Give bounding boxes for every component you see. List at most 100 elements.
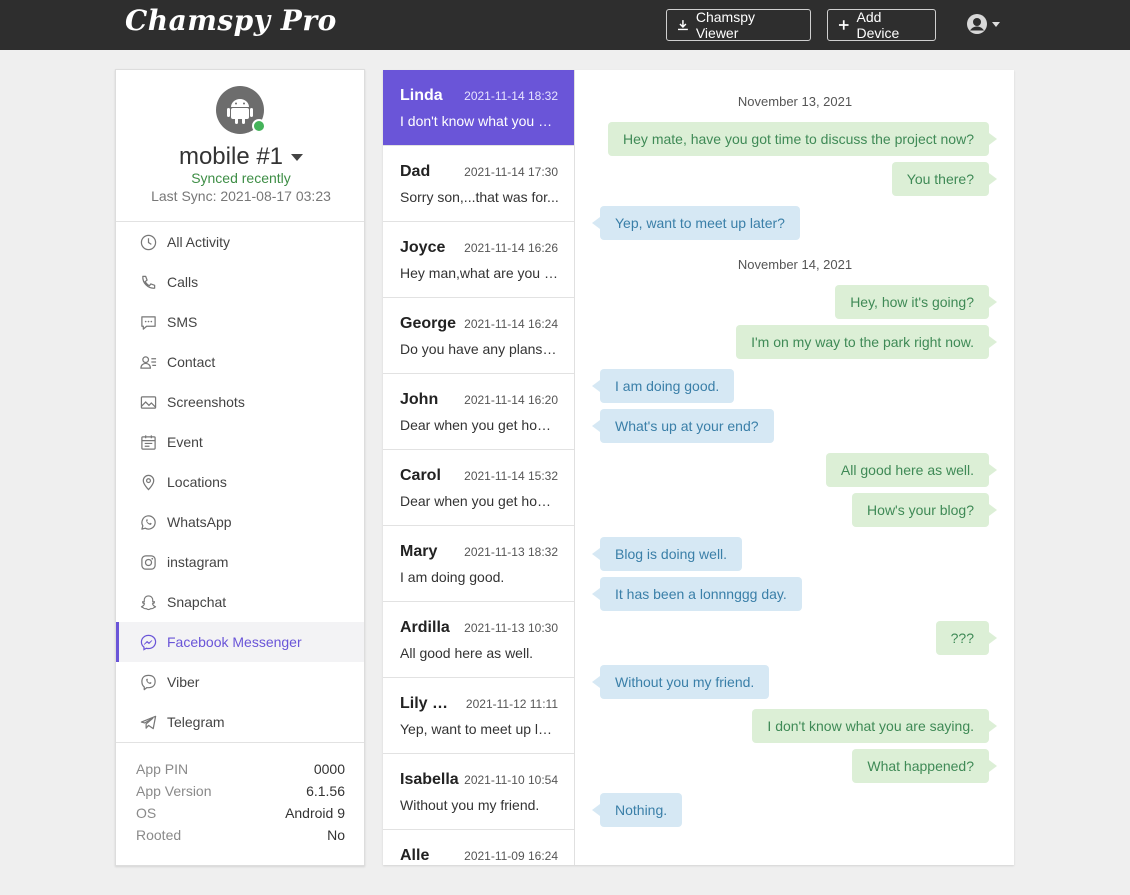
contact-name: Joyce [400,239,446,256]
date-separator: November 13, 2021 [737,94,853,109]
last-sync: Last Sync: 2021-08-17 03:23 [151,188,331,204]
outgoing-message: I'm on my way to the park right now. [736,325,997,359]
sidebar-item-facebook-messenger[interactable]: Facebook Messenger [116,622,364,662]
device-selector[interactable]: mobile #1 [116,143,366,171]
incoming-message: What's up at your end? [592,409,774,443]
info-value: 6.1.56 [306,783,345,799]
contact-name: Mary [400,543,438,560]
conversation-item[interactable]: Linda 2021-11-14 18:32 I don't know what y… [383,70,574,146]
contact-name: Dad [400,163,431,180]
sidebar-item-label: Calls [167,274,199,290]
device-avatar [216,86,266,134]
info-key: Rooted [136,827,182,843]
contact-name: Linda [400,87,443,104]
contact-icon [140,355,157,369]
conversation-time: 2021-11-13 18:32 [464,545,558,559]
sidebar-item-label: All Activity [167,234,231,250]
sidebar-item-telegram[interactable]: Telegram [116,702,364,742]
outgoing-message: Hey mate, have you got time to discuss t… [608,122,997,156]
conversation-time: 2021-11-10 10:54 [464,773,558,787]
sidebar-item-label: Viber [167,674,200,690]
conversation-preview: Dear when you get home tonight [400,417,559,433]
plus-icon [838,20,849,30]
conversation-item[interactable]: Alle 2021-11-09 16:24 [383,830,574,865]
sidebar-item-label: Snapchat [167,594,227,610]
conversation-item[interactable]: Carol 2021-11-14 15:32 Dear when you get h… [383,450,574,526]
info-row-rooted: Rooted No [136,824,345,846]
download-icon [677,20,688,31]
info-row-app-version: App Version 6.1.56 [136,780,345,802]
user-menu[interactable] [966,13,1000,35]
conversation-time: 2021-11-14 16:24 [464,317,558,331]
add-device-button[interactable]: Add Device [827,9,936,41]
sidebar-item-screenshots[interactable]: Screenshots [116,382,364,422]
conversation-time: 2021-11-12 11:11 [465,697,558,711]
contact-name: Alle [400,847,430,864]
info-value: Android 9 [285,805,345,821]
contact-name: Isabella [400,771,459,788]
outgoing-message: Hey, how it's going? [835,285,997,319]
android-icon [227,99,253,124]
sidebar-item-label: WhatsApp [167,514,232,530]
info-value: No [327,827,345,843]
brand-logo[interactable]: Chamspy Pro [125,4,337,37]
conversation-item[interactable]: Dad 2021-11-14 17:30 Sorry son,...that was… [383,146,574,222]
info-row-app-pin: App PIN 0000 [136,758,345,780]
info-value: 0000 [313,761,345,777]
conversation-item[interactable]: George 2021-11-14 16:24 Do you have any pl… [383,298,574,374]
conversation-time: 2021-11-14 17:30 [464,165,558,179]
conversation-item[interactable]: Isabella 2021-11-10 10:54 Without you my f… [383,754,574,830]
sidebar-item-label: Screenshots [167,394,245,410]
conversation-item[interactable]: Joyce 2021-11-14 16:26 Hey man,what are yo… [383,222,574,298]
chamspy-viewer-button[interactable]: Chamspy Viewer [666,9,811,41]
sync-status: Synced recently [191,170,291,186]
contact-name: Ardilla [400,619,450,636]
sidebar-item-instagram[interactable]: instagram [116,542,364,582]
sidebar-nav: All Activity Calls SMS Contact Screensho… [116,222,364,742]
sidebar-item-locations[interactable]: Locations [116,462,364,502]
outgoing-message: I don't know what you are saying. [752,709,997,743]
sidebar-item-label: instagram [167,554,229,570]
sidebar-item-label: Locations [167,474,227,490]
date-separator: November 14, 2021 [737,257,853,272]
whatsapp-icon [141,514,156,530]
message-thread[interactable]: November 13, 2021 Hey mate, have you got… [576,70,1014,865]
device-panel: mobile #1 Synced recently Last Sync: 202… [115,69,365,866]
conversation-time: 2021-11-14 18:32 [464,89,558,103]
user-avatar-icon [967,14,987,34]
calendar-icon [141,434,156,450]
sidebar-item-whatsapp[interactable]: WhatsApp [116,502,364,542]
sidebar-item-contact[interactable]: Contact [116,342,364,382]
conversation-time: 2021-11-13 10:30 [464,621,558,635]
top-navbar: Chamspy Pro Chamspy Viewer Add Device [0,0,1130,50]
conversation-item[interactable]: John 2021-11-14 16:20 Dear when you get ho… [383,374,574,450]
conversation-item[interactable]: Lily Walker 2021-11-12 11:11 Yep, want to … [383,678,574,754]
conversation-list[interactable]: Linda 2021-11-14 18:32 I don't know what y… [383,70,575,865]
info-key: App PIN [136,761,189,777]
sidebar-item-viber[interactable]: Viber [116,662,364,702]
sidebar-item-label: SMS [167,314,198,330]
snapchat-icon [140,594,157,610]
viber-icon [141,674,156,690]
sidebar-item-snapchat[interactable]: Snapchat [116,582,364,622]
sidebar-item-all-activity[interactable]: All Activity [116,222,364,262]
outgoing-message: ??? [935,621,998,655]
conversation-item[interactable]: Mary 2021-11-13 18:32 I am doing good. [383,526,574,602]
incoming-message: It has been a lonnnggg day. [592,577,802,611]
conversation-item[interactable]: Ardilla 2021-11-13 10:30 All good here as … [383,602,574,678]
sidebar-item-sms[interactable]: SMS [116,302,364,342]
message-icon [141,315,156,330]
contact-name: Carol [400,467,441,484]
sidebar-item-event[interactable]: Event [116,422,364,462]
device-name: mobile #1 [178,143,284,170]
add-device-label: Add Device [856,9,900,41]
chevron-down-icon [992,21,1000,27]
outgoing-message: How's your blog? [852,493,997,527]
sidebar-item-label: Facebook Messenger [167,634,302,650]
image-icon [140,395,157,409]
conversation-time: 2021-11-14 15:32 [464,469,558,483]
sidebar-item-calls[interactable]: Calls [116,262,364,302]
conversation-time: 2021-11-14 16:20 [464,393,558,407]
sidebar-item-label: Telegram [167,714,225,730]
outgoing-message: You there? [891,162,998,196]
